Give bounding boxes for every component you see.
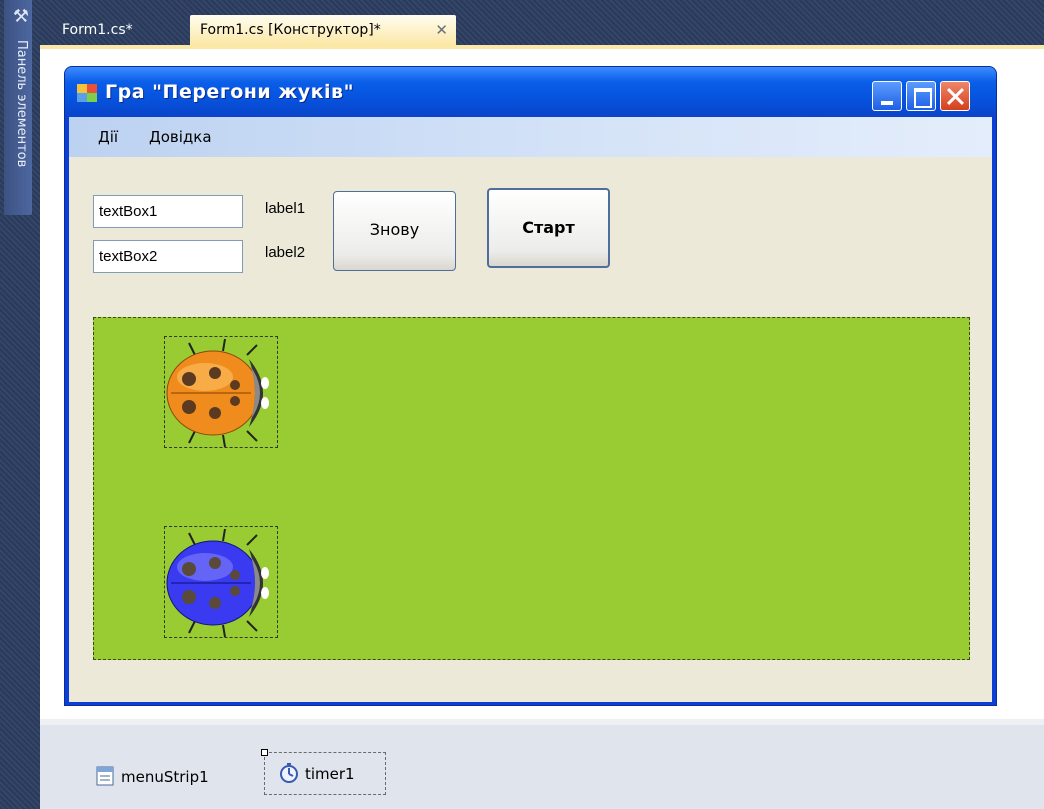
close-button[interactable] xyxy=(940,81,970,111)
minimize-button[interactable] xyxy=(872,81,902,111)
orange-ladybug-icon xyxy=(166,338,269,448)
form-client-area: Дії Довідка textBox1 textBox2 label1 lab… xyxy=(69,117,992,702)
textbox1-text: textBox1 xyxy=(99,203,158,220)
tray-item-menustrip[interactable]: menuStrip1 xyxy=(95,760,209,794)
tray-item-label: timer1 xyxy=(305,765,355,783)
tab-form1-designer[interactable]: Form1.cs [Конструктор]* ✕ xyxy=(190,15,456,45)
document-tabbar: Form1.cs* Form1.cs [Конструктор]* ✕ xyxy=(40,0,1044,45)
menu-strip: Дії Довідка xyxy=(69,117,992,157)
selection-handle[interactable] xyxy=(261,749,268,756)
start-button[interactable]: Старт xyxy=(487,188,610,268)
app-icon xyxy=(77,84,97,102)
textbox2-input[interactable]: textBox2 xyxy=(93,240,243,273)
toolbox-icon: ⚒ xyxy=(12,6,30,27)
textbox2-text: textBox2 xyxy=(99,248,158,265)
tab-close-icon[interactable]: ✕ xyxy=(435,15,448,45)
tray-item-timer[interactable]: timer1 xyxy=(261,749,386,795)
menu-item-help[interactable]: Довідка xyxy=(149,128,212,146)
tab-label: Form1.cs* xyxy=(62,22,133,38)
menu-item-actions[interactable]: Дії xyxy=(98,128,118,146)
again-button[interactable]: Знову xyxy=(333,191,456,271)
window-title: Гра "Перегони жуків" xyxy=(105,81,354,103)
label1: label1 xyxy=(265,200,306,217)
maximize-button[interactable] xyxy=(906,81,936,111)
race-panel[interactable] xyxy=(93,317,970,660)
orange-ladybug-picturebox[interactable] xyxy=(164,336,278,448)
blue-ladybug-icon xyxy=(166,528,269,638)
menustrip-icon xyxy=(96,766,114,785)
tray-separator xyxy=(40,719,1044,725)
start-button-label: Старт xyxy=(522,218,575,237)
blue-ladybug-picturebox[interactable] xyxy=(164,526,278,638)
form-titlebar[interactable]: Гра "Перегони жуків" xyxy=(65,67,996,117)
toolbox-strip[interactable]: ⚒ Панель элементов xyxy=(0,0,40,809)
tab-form1-code[interactable]: Form1.cs* xyxy=(52,15,182,45)
toolbox-label: Панель элементов xyxy=(14,40,29,168)
again-button-label: Знову xyxy=(369,220,420,239)
toolbox-tab[interactable]: ⚒ Панель элементов xyxy=(4,0,32,215)
tray-item-label: menuStrip1 xyxy=(121,768,209,786)
form-window[interactable]: Гра "Перегони жуків" Дії Довідка textBox… xyxy=(64,66,997,706)
textbox1-input[interactable]: textBox1 xyxy=(93,195,243,228)
timer-icon xyxy=(280,762,298,783)
tab-label: Form1.cs [Конструктор]* xyxy=(200,22,381,38)
label2: label2 xyxy=(265,244,306,261)
